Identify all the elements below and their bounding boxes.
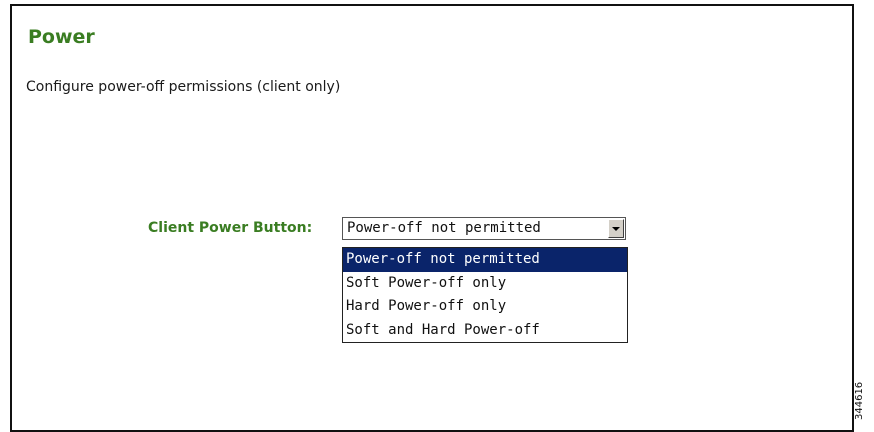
option-soft-and-hard-power-off[interactable]: Soft and Hard Power-off bbox=[343, 319, 627, 343]
chevron-down-icon[interactable] bbox=[608, 219, 624, 238]
option-soft-power-off-only[interactable]: Soft Power-off only bbox=[343, 272, 627, 296]
figure-id: 344616 bbox=[854, 381, 865, 420]
option-power-off-not-permitted[interactable]: Power-off not permitted bbox=[343, 248, 627, 272]
client-power-button-label: Client Power Button: bbox=[148, 220, 313, 236]
select-current-value: Power-off not permitted bbox=[347, 220, 541, 236]
content-panel: Power Configure power-off permissions (c… bbox=[10, 4, 854, 432]
client-power-button-select[interactable]: Power-off not permitted bbox=[342, 217, 626, 240]
option-hard-power-off-only[interactable]: Hard Power-off only bbox=[343, 295, 627, 319]
power-options-dropdown: Power-off not permitted Soft Power-off o… bbox=[342, 247, 628, 343]
page-title: Power bbox=[28, 26, 95, 48]
page-description: Configure power-off permissions (client … bbox=[26, 79, 341, 95]
